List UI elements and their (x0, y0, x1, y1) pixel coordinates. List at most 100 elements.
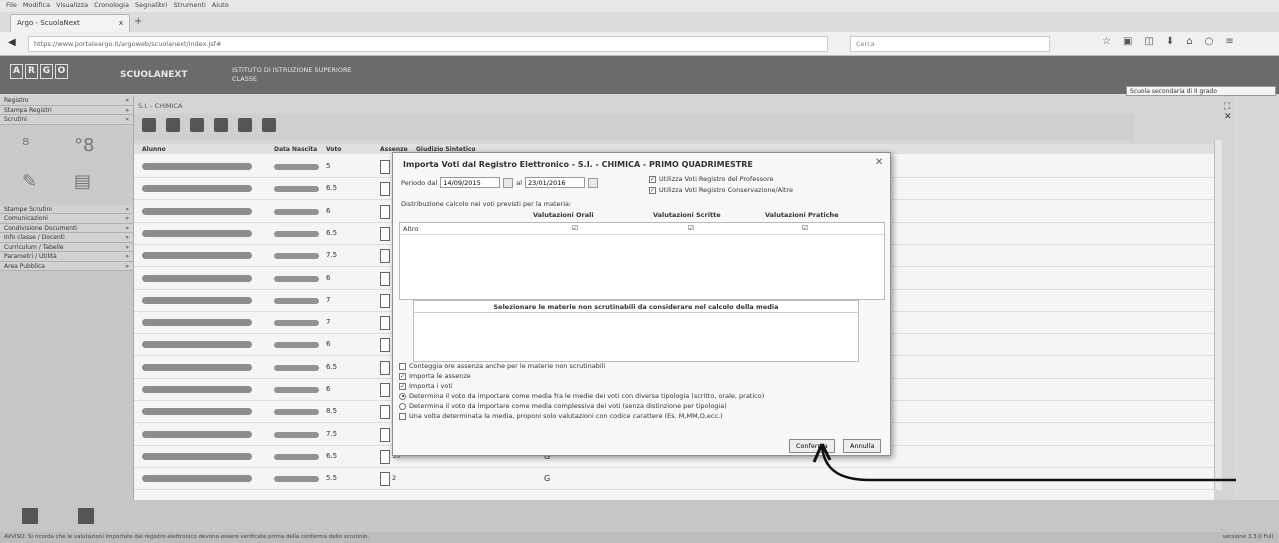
scrutini-icon-panel: ⁸ °8 ✎ ▤ (0, 124, 133, 205)
media-tipologia-radio[interactable] (399, 392, 406, 400)
pencil-icon[interactable]: ✎ (22, 171, 37, 192)
absence-field[interactable] (380, 427, 390, 442)
pocket-icon[interactable]: ◫ (1144, 36, 1153, 47)
conservation-register-option[interactable]: ✓ Utilizza Voti Registro Conservazione/A… (649, 186, 793, 194)
conservation-register-label: Utilizza Voti Registro Conservazione/Alt… (659, 186, 793, 194)
sidebar-item-scrutini[interactable]: Scrutini « (0, 115, 133, 125)
menu-segnalibri[interactable]: Segnalibri (135, 1, 168, 11)
sidebar-item-condivisione[interactable]: Condivisione Documenti » (0, 223, 133, 233)
sidebar-item-registro[interactable]: Registro « (0, 96, 133, 106)
date-to-field[interactable] (525, 177, 586, 188)
back-button[interactable] (142, 118, 156, 132)
new-tab-icon[interactable]: + (134, 16, 142, 27)
school-line: ISTITUTO DI ISTRUZIONE SUPERIORE (232, 66, 352, 74)
chat-icon[interactable]: ○ (1205, 36, 1214, 47)
absence-field[interactable] (380, 338, 390, 353)
solo-valutazioni-checkbox[interactable] (399, 412, 406, 420)
sidebar-item-parametri[interactable]: Parametri / Utilità » (0, 252, 133, 262)
absence-field[interactable] (380, 316, 390, 331)
option-solo-valutazioni[interactable]: Una volta determinata la media, proponi … (399, 411, 764, 421)
school-select[interactable]: Scuola secondaria di II grado (1126, 86, 1276, 96)
option-importa-voti[interactable]: ✓ Importa i voti (399, 381, 764, 391)
sidebar-item-comunicazioni[interactable]: Comunicazioni » (0, 214, 133, 224)
menu-file[interactable]: File (6, 1, 17, 11)
menu-icon[interactable]: ≡ (1225, 36, 1233, 47)
student-name-redacted (142, 430, 252, 438)
absence-field[interactable] (380, 160, 390, 174)
option-media-tipologia[interactable]: Determina il voto da importare come medi… (399, 391, 764, 401)
copy-icon[interactable] (262, 118, 276, 132)
tab-title: Argo - ScuolaNext (17, 19, 80, 27)
edit-document-icon[interactable]: ▤ (74, 171, 91, 192)
close-icon[interactable]: ✕ (875, 157, 883, 168)
sidebar-item-curriculum[interactable]: Curriculum / Tabelle » (0, 242, 133, 252)
menu-strumenti[interactable]: Strumenti (174, 1, 206, 11)
footer-exit-icon[interactable] (78, 508, 94, 524)
grade-value: 6 (326, 340, 331, 349)
sidebar-item-label: Scrutini (4, 116, 27, 123)
browser-tab[interactable]: Argo - ScuolaNext x (10, 14, 130, 32)
voti-finali-icon[interactable]: °8 (74, 135, 94, 156)
student-name-redacted (142, 229, 252, 237)
absence-field[interactable] (380, 226, 390, 241)
practical-checkbox[interactable]: ☑ (802, 224, 808, 232)
panel-controls[interactable]: ⛶ ✕ (1224, 102, 1234, 122)
absence-field[interactable] (380, 293, 390, 308)
absence-field[interactable] (380, 360, 390, 375)
voti-proposti-icon[interactable]: ⁸ (22, 135, 29, 156)
professor-register-option[interactable]: ✓ Utilizza Voti Registro del Professore (649, 175, 773, 183)
option-importa-assenze[interactable]: ✓ Importa le assenze (399, 371, 764, 381)
professor-register-checkbox[interactable]: ✓ (649, 175, 656, 183)
sidebar-toggle-icon: » (125, 215, 129, 222)
menu-aiuto[interactable]: Aiuto (212, 1, 229, 11)
absence-field[interactable] (380, 449, 390, 464)
date-from-field[interactable] (440, 177, 501, 188)
giudizio-icon[interactable]: G (544, 474, 550, 483)
sidebar-item-stampe-scrutini[interactable]: Stampe Scrutini » (0, 204, 133, 214)
conservation-register-checkbox[interactable]: ✓ (649, 186, 656, 194)
print-icon[interactable] (214, 118, 228, 132)
absence-field[interactable] (380, 204, 390, 219)
tab-close-icon[interactable]: x (119, 19, 123, 28)
importa-voti-checkbox[interactable]: ✓ (399, 382, 406, 390)
footer-app-icon[interactable] (22, 508, 38, 524)
non-scrutinable-subjects-table[interactable]: Selezionare le materie non scrutinabili … (413, 300, 859, 362)
bookmark-icon[interactable]: ▣ (1123, 36, 1132, 47)
browser-search-field[interactable]: Cerca (850, 36, 1050, 52)
import-icon[interactable] (190, 118, 204, 132)
option-conteggia[interactable]: Conteggia ore assenza anche per le mater… (399, 361, 764, 371)
absence-field[interactable] (380, 383, 390, 397)
absence-field[interactable] (380, 472, 390, 487)
sidebar-item-info-classe[interactable]: Info classe / Docenti » (0, 233, 133, 243)
star-icon[interactable]: ☆ (1102, 36, 1111, 47)
absence-field[interactable] (380, 405, 390, 420)
save-icon[interactable] (166, 118, 180, 132)
download-icon[interactable]: ⬇ (1166, 36, 1174, 47)
conteggia-checkbox[interactable] (399, 362, 406, 370)
breadcrumb: S.I. - CHIMICA (138, 102, 183, 110)
birth-date-redacted (274, 297, 319, 304)
menu-visualizza[interactable]: Visualizza (56, 1, 88, 11)
absence-field[interactable] (380, 249, 390, 264)
sidebar-item-area-pubblica[interactable]: Area Pubblica » (0, 261, 133, 271)
calendar-icon[interactable] (588, 177, 599, 188)
option-media-complessiva[interactable]: Determina il voto da importare come medi… (399, 401, 764, 411)
sidebar-item-stampa-registri[interactable]: Stampa Registri » (0, 105, 133, 115)
student-name-redacted (142, 207, 252, 215)
options-icon[interactable] (238, 118, 252, 132)
importa-assenze-checkbox[interactable]: ✓ (399, 372, 406, 380)
absence-field[interactable] (380, 271, 390, 286)
menu-cronologia[interactable]: Cronologia (94, 1, 129, 11)
calendar-icon[interactable] (503, 177, 514, 188)
student-name-redacted (142, 475, 252, 483)
media-complessiva-radio[interactable] (399, 402, 406, 410)
written-checkbox[interactable]: ☑ (688, 224, 694, 232)
back-arrow-icon[interactable]: ◀ (8, 37, 16, 48)
menu-modifica[interactable]: Modifica (23, 1, 50, 11)
student-name-redacted (142, 274, 252, 282)
oral-checkbox[interactable]: ☑ (572, 224, 578, 232)
home-icon[interactable]: ⌂ (1186, 36, 1192, 47)
url-field[interactable]: https://www.portaleargo.it/argoweb/scuol… (28, 36, 828, 52)
absence-field[interactable] (380, 182, 390, 197)
grid-scrollbar[interactable] (1214, 140, 1222, 490)
